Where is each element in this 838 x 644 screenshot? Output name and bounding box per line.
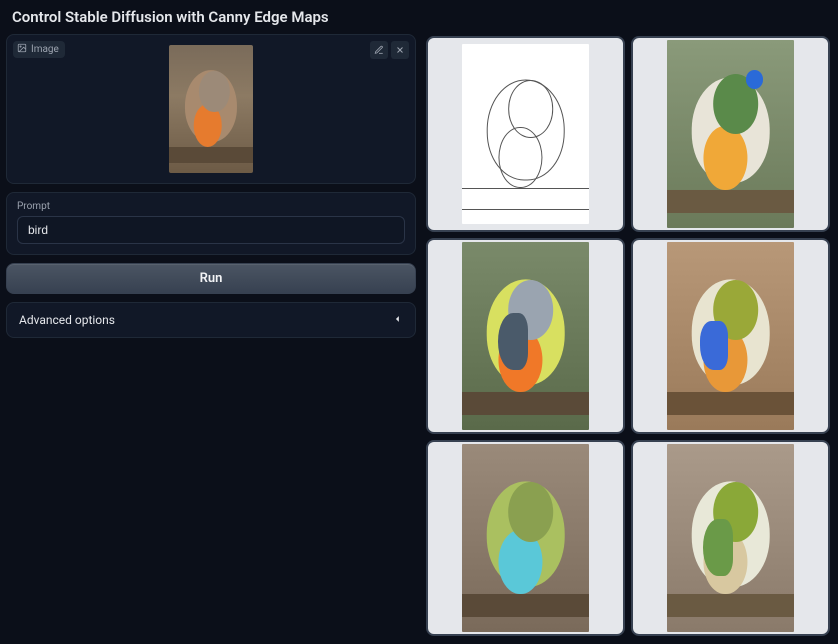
image-label-chip: Image [13, 41, 65, 58]
prompt-label: Prompt [17, 201, 405, 212]
image-label-text: Image [31, 44, 59, 55]
image-actions [370, 41, 409, 59]
prompt-input[interactable] [17, 216, 405, 244]
gallery-item[interactable] [631, 238, 830, 434]
gallery-item[interactable] [631, 440, 830, 636]
controls-column: Image Prompt Run Advanced [6, 34, 416, 638]
prompt-panel: Prompt [6, 192, 416, 255]
gallery-image-edge [462, 44, 589, 224]
gallery-image [667, 40, 794, 228]
output-gallery [424, 34, 832, 638]
gallery-item[interactable] [426, 238, 625, 434]
image-icon [17, 43, 27, 56]
advanced-options-label: Advanced options [19, 313, 115, 327]
gallery-image [462, 444, 589, 632]
uploaded-image-preview[interactable] [169, 45, 253, 173]
gallery-image [667, 444, 794, 632]
run-button[interactable]: Run [6, 263, 416, 294]
advanced-options-toggle[interactable]: Advanced options [6, 302, 416, 338]
gallery-item[interactable] [426, 36, 625, 232]
main-layout: Image Prompt Run Advanced [0, 34, 838, 644]
gallery-image [462, 242, 589, 430]
edit-image-button[interactable] [370, 41, 388, 59]
gallery-item[interactable] [426, 440, 625, 636]
gallery-item[interactable] [631, 36, 830, 232]
image-upload-panel[interactable]: Image [6, 34, 416, 184]
page-title: Control Stable Diffusion with Canny Edge… [0, 0, 838, 34]
expand-icon [393, 313, 403, 327]
gallery-image [667, 242, 794, 430]
clear-image-button[interactable] [391, 41, 409, 59]
